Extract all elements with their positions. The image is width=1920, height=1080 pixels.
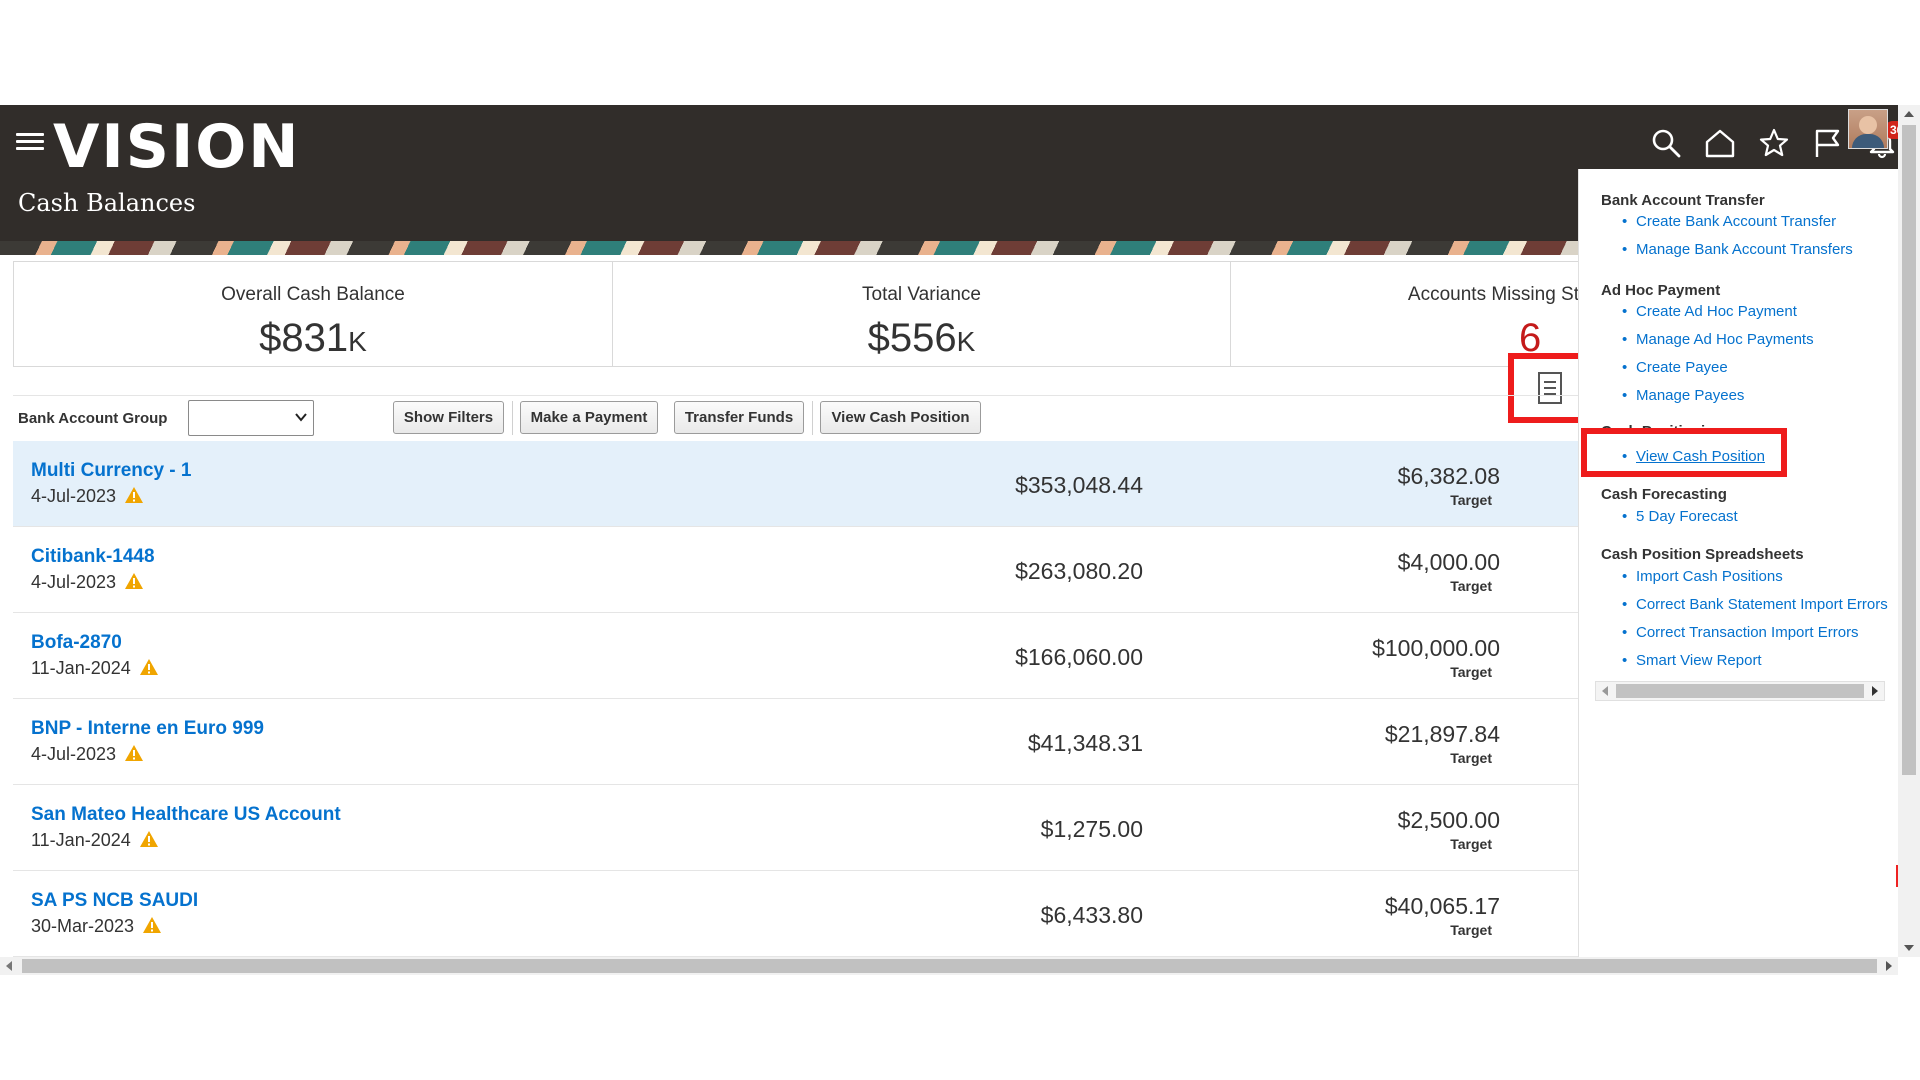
total-variance-tile[interactable]: Total Variance $556K [612, 261, 1231, 367]
correct-transaction-import-errors-link[interactable]: Correct Transaction Import Errors [1622, 624, 1859, 641]
view-cash-position-button[interactable]: View Cash Position [820, 401, 981, 434]
panel-heading-cash-position-spreadsheets: Cash Position Spreadsheets [1601, 546, 1804, 563]
decorative-banner [0, 241, 1578, 255]
account-balance: $1,275.00 [1040, 816, 1143, 842]
manage-payees-link[interactable]: Manage Payees [1622, 387, 1744, 404]
create-ad-hoc-payment-link[interactable]: Create Ad Hoc Payment [1622, 303, 1797, 320]
scroll-down-icon[interactable] [1904, 945, 1914, 951]
warning-icon [125, 573, 144, 589]
show-filters-button[interactable]: Show Filters [393, 401, 504, 434]
scroll-left-icon[interactable] [6, 961, 12, 971]
user-avatar[interactable] [1848, 109, 1888, 149]
manage-ad-hoc-payments-link[interactable]: Manage Ad Hoc Payments [1622, 331, 1814, 348]
target-balance: $2,500.00 Target [1397, 807, 1500, 852]
account-name-link[interactable]: Citibank-1448 [31, 546, 155, 568]
statement-date: 30-Mar-2023 [31, 916, 162, 937]
tile-label: Accounts Missing St [1407, 284, 1579, 305]
tile-label: Total Variance [862, 284, 981, 305]
bank-account-group-select[interactable] [188, 400, 314, 436]
import-cash-positions-link[interactable]: Import Cash Positions [1622, 568, 1783, 585]
correct-bank-statement-import-errors-link[interactable]: Correct Bank Statement Import Errors [1622, 596, 1888, 613]
statement-date: 11-Jan-2024 [31, 658, 159, 679]
tile-value: $556K [867, 316, 976, 360]
account-balance: $263,080.20 [1015, 558, 1143, 584]
account-name-link[interactable]: Multi Currency - 1 [31, 460, 191, 482]
list-item[interactable]: BNP - Interne en Euro 999 4-Jul-2023 $41… [13, 699, 1578, 785]
warning-icon [143, 917, 162, 933]
smart-view-report-link[interactable]: Smart View Report [1622, 652, 1762, 669]
warning-icon [125, 487, 144, 503]
list-item[interactable]: SA PS NCB SAUDI 30-Mar-2023 $6,433.80 $4… [13, 871, 1578, 957]
scroll-up-icon[interactable] [1904, 111, 1914, 117]
create-payee-link[interactable]: Create Payee [1622, 359, 1728, 376]
warning-icon [125, 745, 144, 761]
scroll-right-icon[interactable] [1872, 686, 1878, 696]
account-name-link[interactable]: SA PS NCB SAUDI [31, 890, 198, 912]
tile-value: $831K [259, 316, 367, 360]
statement-date: 4-Jul-2023 [31, 744, 144, 765]
target-balance: $100,000.00 Target [1372, 635, 1500, 680]
scroll-marker [1896, 865, 1898, 887]
overall-cash-balance-tile[interactable]: Overall Cash Balance $831K [13, 261, 613, 367]
target-balance: $4,000.00 Target [1397, 549, 1500, 594]
tasks-panel: Bank Account Transfer Create Bank Accoun… [1578, 169, 1899, 957]
page-title: Cash Balances [18, 189, 196, 217]
account-balance: $166,060.00 [1015, 644, 1143, 670]
warning-icon [139, 659, 158, 675]
search-icon[interactable] [1650, 127, 1682, 159]
scrollbar-thumb[interactable] [1902, 125, 1916, 775]
create-bank-account-transfer-link[interactable]: Create Bank Account Transfer [1622, 213, 1836, 230]
panel-heading-ad-hoc-payment: Ad Hoc Payment [1601, 282, 1721, 299]
toolbar: Bank Account Group Show Filters Make a P… [13, 395, 1578, 443]
statement-date: 4-Jul-2023 [31, 486, 144, 507]
account-balance: $353,048.44 [1015, 472, 1143, 498]
five-day-forecast-link[interactable]: 5 Day Forecast [1622, 508, 1738, 525]
account-name-link[interactable]: BNP - Interne en Euro 999 [31, 718, 264, 740]
star-icon[interactable] [1758, 127, 1790, 159]
list-item[interactable]: Bofa-2870 11-Jan-2024 $166,060.00 $100,0… [13, 613, 1578, 699]
statement-date: 4-Jul-2023 [31, 572, 144, 593]
panel-horizontal-scrollbar[interactable] [1595, 681, 1885, 701]
toolbar-divider [512, 401, 513, 435]
scroll-left-icon[interactable] [1602, 686, 1608, 696]
bank-account-group-label: Bank Account Group [18, 410, 168, 427]
list-item[interactable]: San Mateo Healthcare US Account 11-Jan-2… [13, 785, 1578, 871]
account-name-link[interactable]: Bofa-2870 [31, 632, 122, 654]
manage-bank-account-transfers-link[interactable]: Manage Bank Account Transfers [1622, 241, 1853, 258]
statement-date: 11-Jan-2024 [31, 830, 159, 851]
target-balance: $40,065.17 Target [1384, 893, 1500, 938]
bank-account-list: Multi Currency - 1 4-Jul-2023 $353,048.4… [13, 441, 1578, 957]
scrollbar-thumb[interactable] [22, 959, 1877, 973]
target-balance: $6,382.08 Target [1397, 463, 1500, 508]
panel-heading-cash-forecasting: Cash Forecasting [1601, 486, 1727, 503]
transfer-funds-button[interactable]: Transfer Funds [674, 401, 804, 434]
account-balance: $6,433.80 [1040, 902, 1143, 928]
page-horizontal-scrollbar[interactable] [0, 957, 1898, 975]
app-window: VISION Cash Balances 36 Overall Cash Bal [0, 105, 1920, 975]
list-item[interactable]: Citibank-1448 4-Jul-2023 $263,080.20 $4,… [13, 527, 1578, 613]
scroll-right-icon[interactable] [1886, 961, 1892, 971]
chevron-down-icon [295, 413, 307, 422]
view-cash-position-highlight [1581, 428, 1787, 477]
hamburger-menu-icon[interactable] [16, 129, 44, 155]
vision-logo[interactable]: VISION [53, 111, 301, 183]
page-vertical-scrollbar[interactable] [1898, 105, 1920, 957]
panel-heading-bank-account-transfer: Bank Account Transfer [1601, 192, 1765, 209]
account-balance: $41,348.31 [1027, 730, 1143, 756]
make-payment-button[interactable]: Make a Payment [520, 401, 658, 434]
toolbar-divider [812, 401, 813, 435]
target-balance: $21,897.84 Target [1384, 721, 1500, 766]
scrollbar-thumb[interactable] [1616, 684, 1864, 698]
account-name-link[interactable]: San Mateo Healthcare US Account [31, 804, 341, 826]
list-item[interactable]: Multi Currency - 1 4-Jul-2023 $353,048.4… [13, 441, 1578, 527]
tile-label: Overall Cash Balance [221, 284, 405, 305]
flag-icon[interactable] [1812, 127, 1844, 159]
warning-icon [139, 831, 158, 847]
accounts-missing-statements-tile[interactable]: Accounts Missing St 6 [1230, 261, 1579, 367]
home-icon[interactable] [1704, 127, 1736, 159]
